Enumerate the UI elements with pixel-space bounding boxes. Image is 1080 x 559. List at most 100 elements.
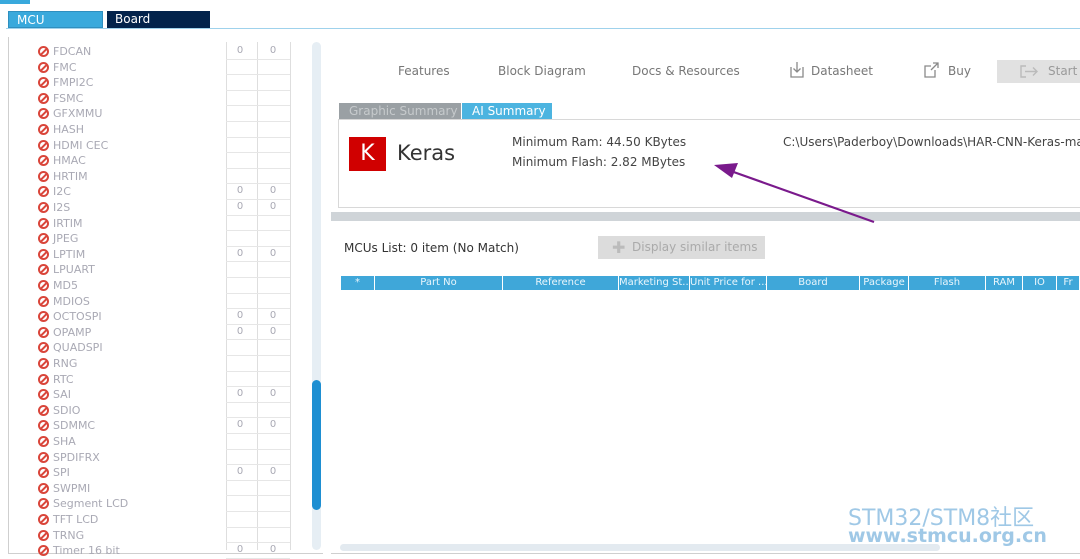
peripheral-row[interactable]: QUADSPI [38,340,290,356]
start-project-icon [1020,65,1038,78]
datasheet-link[interactable]: Datasheet [811,64,873,78]
peripheral-min-count: 0 [236,185,244,197]
tab-mcu-selector[interactable]: MCU Selector [8,11,103,44]
tab-graphic-summary[interactable]: Graphic Summary [339,103,461,119]
block-diagram-link[interactable]: Block Diagram [498,64,586,78]
disabled-icon [38,482,49,494]
peripheral-row[interactable]: FDCAN 0 0 [38,44,290,60]
disabled-icon [38,342,49,354]
disabled-icon [38,467,49,479]
disabled-icon [38,451,49,463]
col-ram[interactable]: RAM [986,276,1023,290]
col-board[interactable]: Board [767,276,860,290]
disabled-icon [38,217,49,229]
peripheral-row[interactable]: I2C 0 0 [38,184,290,200]
disabled-icon [38,529,49,541]
peripheral-row[interactable]: SDIO [38,403,290,419]
peripheral-row[interactable]: HDMI CEC [38,138,290,154]
annotation-arrow [714,163,875,224]
peripheral-max-count: 0 [269,466,277,478]
peripheral-row[interactable]: SAI 0 0 [38,387,290,403]
disabled-icon [38,124,49,135]
disabled-icon [38,311,49,323]
peripheral-max-count: 0 [269,419,277,431]
disabled-icon [38,436,49,447]
peripheral-name: IRTIM [53,216,83,230]
peripheral-name: SDIO [53,403,81,417]
col-frequency[interactable]: Fr [1057,276,1080,290]
peripheral-row[interactable]: SWPMI [38,481,290,497]
tab-underline [6,28,1080,29]
peripheral-name: OPAMP [53,325,92,339]
disabled-icon [38,92,49,104]
peripheral-row[interactable]: LPTIM 0 0 [38,247,290,263]
peripheral-row[interactable]: LPUART [38,262,290,278]
peripheral-row[interactable]: RNG [38,356,290,372]
download-icon[interactable] [789,61,805,79]
peripheral-row[interactable]: JPEG [38,231,290,247]
display-similar-button[interactable]: ✚ Display similar items [598,236,765,259]
peripheral-row[interactable]: Timer 16 bit 0 0 [38,543,290,559]
peripheral-min-count: 0 [236,466,244,478]
peripheral-name: QUADSPI [53,341,103,355]
peripheral-max-count: 0 [269,544,277,556]
peripheral-name: SHA [53,435,76,448]
col-package[interactable]: Package [860,276,909,290]
col-reference[interactable]: Reference [503,276,619,290]
peripheral-name: Timer 16 bit [53,544,120,558]
mcus-list-count: MCUs List: 0 item (No Match) [344,241,519,255]
peripheral-row[interactable]: OPAMP 0 0 [38,325,290,341]
start-project-label: Start [1048,64,1078,78]
peripheral-row[interactable]: IRTIM [38,216,290,232]
external-link-icon[interactable] [923,61,939,79]
peripheral-min-count: 0 [236,419,244,431]
peripheral-name: HRTIM [53,169,88,183]
peripheral-name: RNG [53,357,78,370]
peripheral-name: MDIOS [53,294,90,308]
peripheral-min-count: 0 [236,388,244,400]
peripheral-row[interactable]: SHA [38,434,290,450]
peripheral-row[interactable]: FSMC [38,91,290,107]
disabled-icon [38,77,49,89]
disabled-icon [38,545,49,557]
peripheral-row[interactable]: HRTIM [38,169,290,185]
tab-board-selector[interactable]: Board Selector [107,11,210,43]
disabled-icon [38,514,49,525]
peripheral-row[interactable]: FMPI2C [38,75,290,91]
disabled-icon [38,326,49,338]
peripheral-row[interactable]: MDIOS [38,294,290,310]
col-unit-price[interactable]: Unit Price for ... [690,276,767,290]
col-part-no[interactable]: Part No [375,276,503,290]
peripheral-name: I2C [53,185,71,199]
peripheral-row[interactable]: OCTOSPI 0 0 [38,309,290,325]
start-project-button[interactable]: Start [997,60,1080,83]
peripheral-row[interactable]: HASH [38,122,290,138]
docs-resources-link[interactable]: Docs & Resources [632,64,740,78]
peripheral-row[interactable]: GFXMMU [38,106,290,122]
peripheral-row[interactable]: MD5 [38,278,290,294]
keras-logo: K [349,137,386,171]
peripheral-row[interactable]: SDMMC 0 0 [38,418,290,434]
buy-link[interactable]: Buy [948,64,971,78]
peripheral-max-count: 0 [269,201,277,212]
peripheral-row[interactable]: Segment LCD [38,496,290,512]
peripheral-row[interactable]: RTC [38,372,290,388]
tab-ai-summary[interactable]: AI Summary [462,103,552,119]
peripheral-row[interactable]: TFT LCD [38,512,290,528]
peripheral-row[interactable]: HMAC [38,153,290,169]
peripheral-row[interactable]: I2S 0 0 [38,200,290,216]
peripheral-name: LPUART [53,263,95,277]
peripheral-name: Segment LCD [53,497,129,511]
peripheral-row[interactable]: SPDIFRX [38,450,290,466]
col-marketing-status[interactable]: Marketing St... [619,276,690,290]
peripheral-min-count: 0 [236,325,244,337]
col-io[interactable]: IO [1023,276,1057,290]
peripheral-min-count: 0 [236,247,244,259]
peripheral-row[interactable]: FMC [38,60,290,76]
peripheral-row[interactable]: SPI 0 0 [38,465,290,481]
peripheral-row[interactable]: TRNG [38,528,290,544]
left-scrollbar-thumb[interactable] [312,380,321,510]
col-flash[interactable]: Flash [909,276,986,290]
features-link[interactable]: Features [398,64,450,78]
col-select[interactable]: * [341,276,375,290]
